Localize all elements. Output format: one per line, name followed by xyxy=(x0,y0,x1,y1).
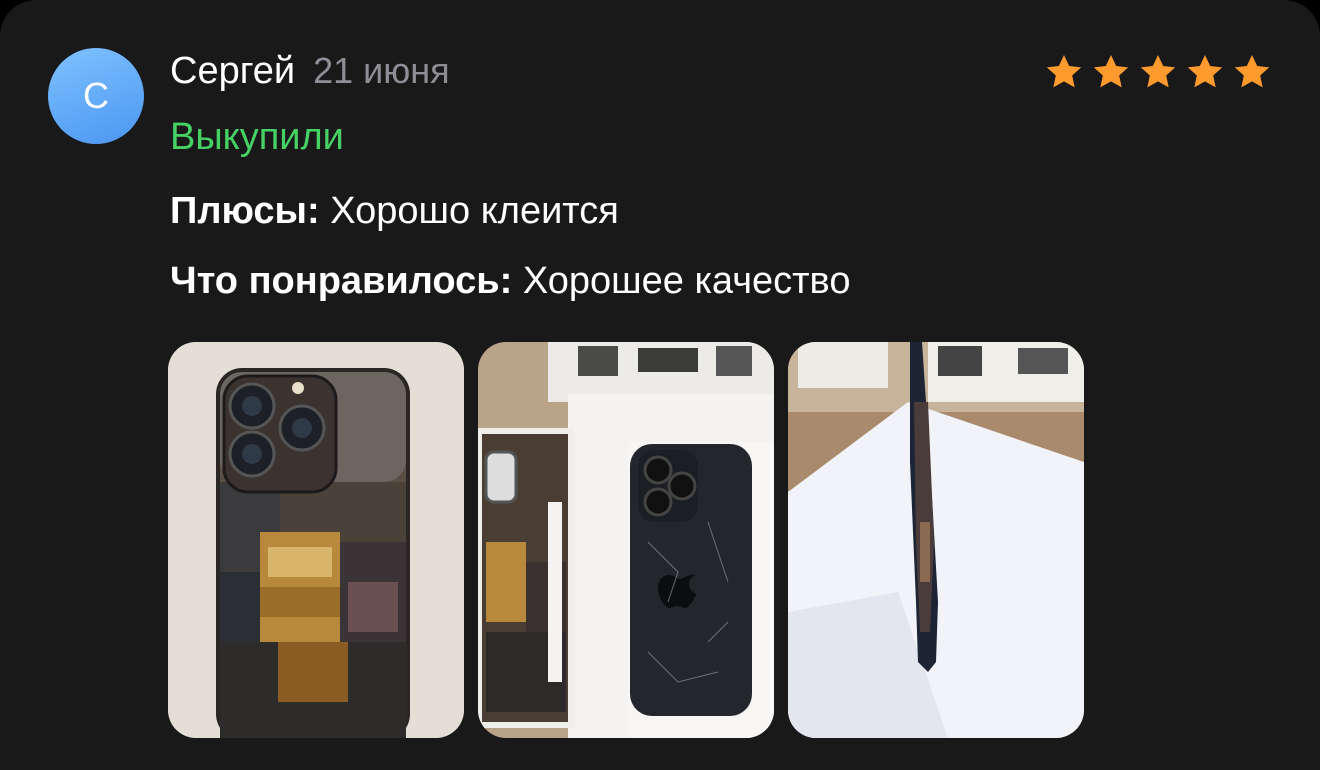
review-header: Сергей 21 июня xyxy=(170,50,450,93)
pros-line: Плюсы: Хорошо клеится xyxy=(170,190,619,233)
liked-label: Что понравилось: xyxy=(170,260,513,302)
review-date: 21 июня xyxy=(313,50,450,91)
photo-phone-with-skin-back[interactable] xyxy=(168,342,464,738)
star-icon xyxy=(1234,55,1270,88)
star-icon xyxy=(1140,55,1176,88)
photo-phone-and-skin-sheet[interactable] xyxy=(478,342,774,738)
liked-text: Хорошее качество xyxy=(522,260,851,302)
star-icon xyxy=(1187,55,1223,88)
pros-label: Плюсы: xyxy=(170,190,320,232)
star-icon xyxy=(1046,55,1082,88)
rating-stars xyxy=(1044,52,1272,92)
review-card: С Сергей 21 июня Выкупили Плюсы: Хорошо … xyxy=(0,0,1320,770)
pros-text: Хорошо клеится xyxy=(330,190,619,232)
avatar: С xyxy=(48,48,144,144)
author-name: Сергей xyxy=(170,50,296,92)
purchase-status: Выкупили xyxy=(170,116,344,158)
photo-phone-side-view[interactable] xyxy=(788,342,1084,738)
star-icon xyxy=(1093,55,1129,88)
liked-line: Что понравилось: Хорошее качество xyxy=(170,260,850,303)
